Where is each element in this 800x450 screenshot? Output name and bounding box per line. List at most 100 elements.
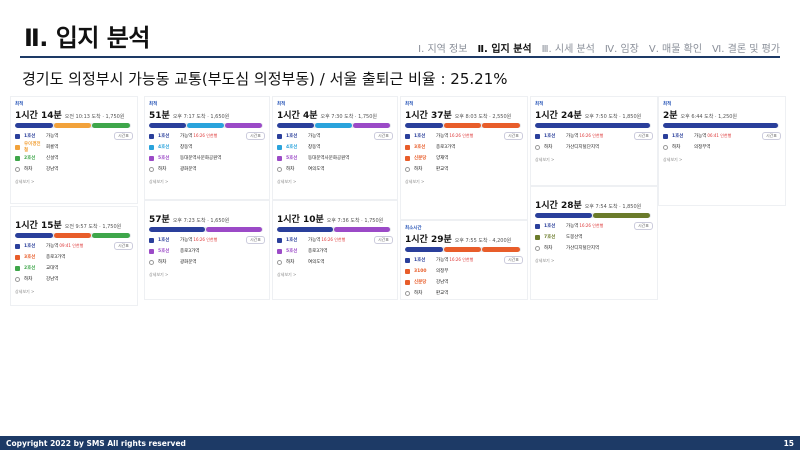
subway-icon [15, 243, 20, 249]
departure-info: 09:41 인천행 [59, 243, 84, 248]
station-name: 종로3가역 [180, 249, 200, 254]
route-step: 3호선 종로3가역 [15, 253, 133, 261]
route-duration: 1시간 29분 오후 7:55 도착 · 4,200원 [405, 232, 527, 245]
route-duration: 1시간 24분 오후 7:50 도착 · 1,850원 [535, 108, 657, 121]
route-step: 7호선 도봉산역 [535, 233, 653, 241]
station-name: 신설역 [46, 156, 59, 161]
timetable-button[interactable]: 시간표 [503, 132, 523, 140]
line-label: 우이경전철 [24, 142, 41, 153]
nav-item: Ⅵ. 결론 및 평가 [712, 44, 780, 55]
route-card[interactable]: 1시간 15분 오전 9:57 도착 · 1,750원 1호선 가능역09:41 인천… [10, 206, 138, 306]
station-name: 강남역 [436, 280, 449, 285]
station-name: 가산디지털단지역 [566, 145, 600, 150]
timetable-button[interactable]: 시간표 [245, 236, 265, 244]
subway-icon [149, 237, 154, 243]
timetable-button[interactable]: 시간표 [633, 222, 653, 230]
arrival-meta: 오후 7:36 도착 · 1,750원 [326, 218, 384, 224]
route-step: 하차 의정부역 [663, 143, 781, 151]
station-name: 종로3가역 [46, 255, 66, 260]
timetable-button[interactable]: 시간표 [503, 256, 523, 264]
route-card[interactable]: 최적 1시간 14분 오전 10:13 도착 · 1,750원 1호선 가능역 시간표 우이… [10, 96, 138, 204]
route-timeline [149, 227, 263, 232]
timeline-segment [405, 123, 443, 128]
timeline-segment [482, 123, 520, 128]
timeline-segment [535, 123, 650, 128]
station-name: 종로3가역 [308, 249, 328, 254]
route-timeline [15, 233, 131, 238]
subway-icon [277, 144, 282, 150]
timetable-button[interactable]: 시간표 [761, 132, 781, 140]
station-name: 도봉산역 [566, 235, 583, 240]
arrival-meta: 오후 6:44 도착 · 1,250원 [680, 114, 738, 120]
details-link[interactable]: 상세보기 > [15, 289, 137, 295]
arrival-icon [663, 144, 668, 150]
route-tag: 최적 [405, 102, 414, 107]
station-name: 가능역09:41 인천행 [46, 243, 84, 249]
timeline-segment [443, 123, 482, 128]
nav-item: Ⅱ. 입지 분석 [477, 44, 532, 55]
station-name: 의정부역 [694, 145, 711, 150]
arrival-meta: 오후 7:30 도착 · 1,750원 [320, 114, 378, 120]
details-link[interactable]: 상세보기 > [405, 179, 527, 185]
route-step: 1호선 가능역16:26 인천행 시간표 [149, 132, 265, 140]
route-card[interactable]: 최적 1시간 37분 오후 8:03 도착 · 2,550원 1호선 가능역16:26 … [400, 96, 528, 220]
departure-info: 16:26 인천행 [321, 237, 346, 242]
subway-icon [277, 155, 282, 161]
timetable-button[interactable]: 시간표 [373, 132, 393, 140]
route-card[interactable]: 1시간 28분 오후 7:54 도착 · 1,850원 1호선 가능역16:26 인천… [530, 186, 658, 300]
nav-item: Ⅴ. 매물 확인 [648, 44, 703, 55]
timetable-button[interactable]: 시간표 [113, 132, 133, 140]
station-name: 가능역 [46, 134, 59, 139]
timetable-button[interactable]: 시간표 [245, 132, 265, 140]
station-name: 가능역16:26 인천행 [308, 237, 346, 243]
duration-value: 1시간 14분 [15, 111, 62, 121]
route-step: 2호선 교대역 [15, 264, 133, 272]
timetable-button[interactable]: 시간표 [113, 242, 133, 250]
route-card[interactable]: 최적 51분 오후 7:17 도착 · 1,650원 1호선 가능역16:26 인천행 시… [144, 96, 270, 200]
route-card[interactable]: 최소시간 1시간 29분 오후 7:55 도착 · 4,200원 1호선 가능역16:2… [400, 220, 528, 300]
duration-value: 1시간 24분 [535, 111, 582, 121]
timetable-button[interactable]: 시간표 [633, 132, 653, 140]
route-card[interactable]: 57분 오후 7:23 도착 · 1,650원 1호선 가능역16:26 인천행 시간표… [144, 200, 270, 300]
route-card[interactable]: 최적 1시간 24분 오후 7:50 도착 · 1,850원 1호선 가능역16:26 … [530, 96, 658, 186]
timeline-segment [92, 233, 130, 238]
timeline-segment [15, 233, 53, 238]
timeline-segment [53, 233, 92, 238]
line-label: 하차 [544, 246, 553, 251]
page-header: Ⅱ. 입지 분석 [24, 18, 150, 53]
subway-icon [149, 155, 154, 161]
details-link[interactable]: 상세보기 > [277, 179, 397, 185]
nav-item: Ⅰ. 지역 정보 [418, 44, 468, 55]
route-card[interactable]: 최적 1시간 4분 오후 7:30 도착 · 1,750원 1호선 가능역 시간표 4호선 창… [272, 96, 398, 200]
arrival-meta: 오후 7:17 도착 · 1,650원 [172, 114, 230, 120]
route-card[interactable]: 1시간 10분 오후 7:36 도착 · 1,750원 1호선 가능역16:26 인천… [272, 200, 398, 300]
details-link[interactable]: 상세보기 > [535, 258, 657, 264]
line-label: 1호선 [544, 224, 556, 229]
route-duration: 51분 오후 7:17 도착 · 1,650원 [149, 108, 269, 121]
line-label: 3100 [414, 268, 427, 274]
details-link[interactable]: 상세보기 > [663, 157, 785, 163]
route-step: 하차 여의도역 [277, 165, 393, 173]
route-step: 하차 여의도역 [277, 258, 393, 266]
route-tag [15, 211, 137, 217]
timeline-segment [186, 123, 224, 128]
nav-item: Ⅳ. 임장 [604, 44, 639, 55]
details-link[interactable]: 상세보기 > [277, 272, 397, 278]
route-duration: 2분 오후 6:44 도착 · 1,250원 [663, 108, 785, 121]
timetable-button[interactable]: 시간표 [373, 236, 393, 244]
station-name: 강남역 [46, 167, 59, 172]
route-card[interactable]: 최적 2분 오후 6:44 도착 · 1,250원 1호선 가능역06:41 인천행 시간… [658, 96, 786, 206]
details-link[interactable]: 상세보기 > [149, 179, 269, 185]
details-link[interactable]: 상세보기 > [149, 272, 269, 278]
route-timeline [149, 123, 263, 128]
details-link[interactable]: 상세보기 > [535, 157, 657, 163]
route-timeline [535, 213, 651, 218]
details-link[interactable]: 상세보기 > [15, 179, 137, 185]
departure-info: 16:26 인천행 [579, 223, 604, 228]
departure-info: 16:26 인천행 [579, 133, 604, 138]
arrival-icon [535, 144, 540, 150]
duration-value: 1시간 10분 [277, 215, 324, 225]
station-name: 가산디지털단지역 [566, 246, 600, 251]
line-label: 1호선 [158, 238, 170, 243]
arrival-icon [535, 245, 540, 251]
